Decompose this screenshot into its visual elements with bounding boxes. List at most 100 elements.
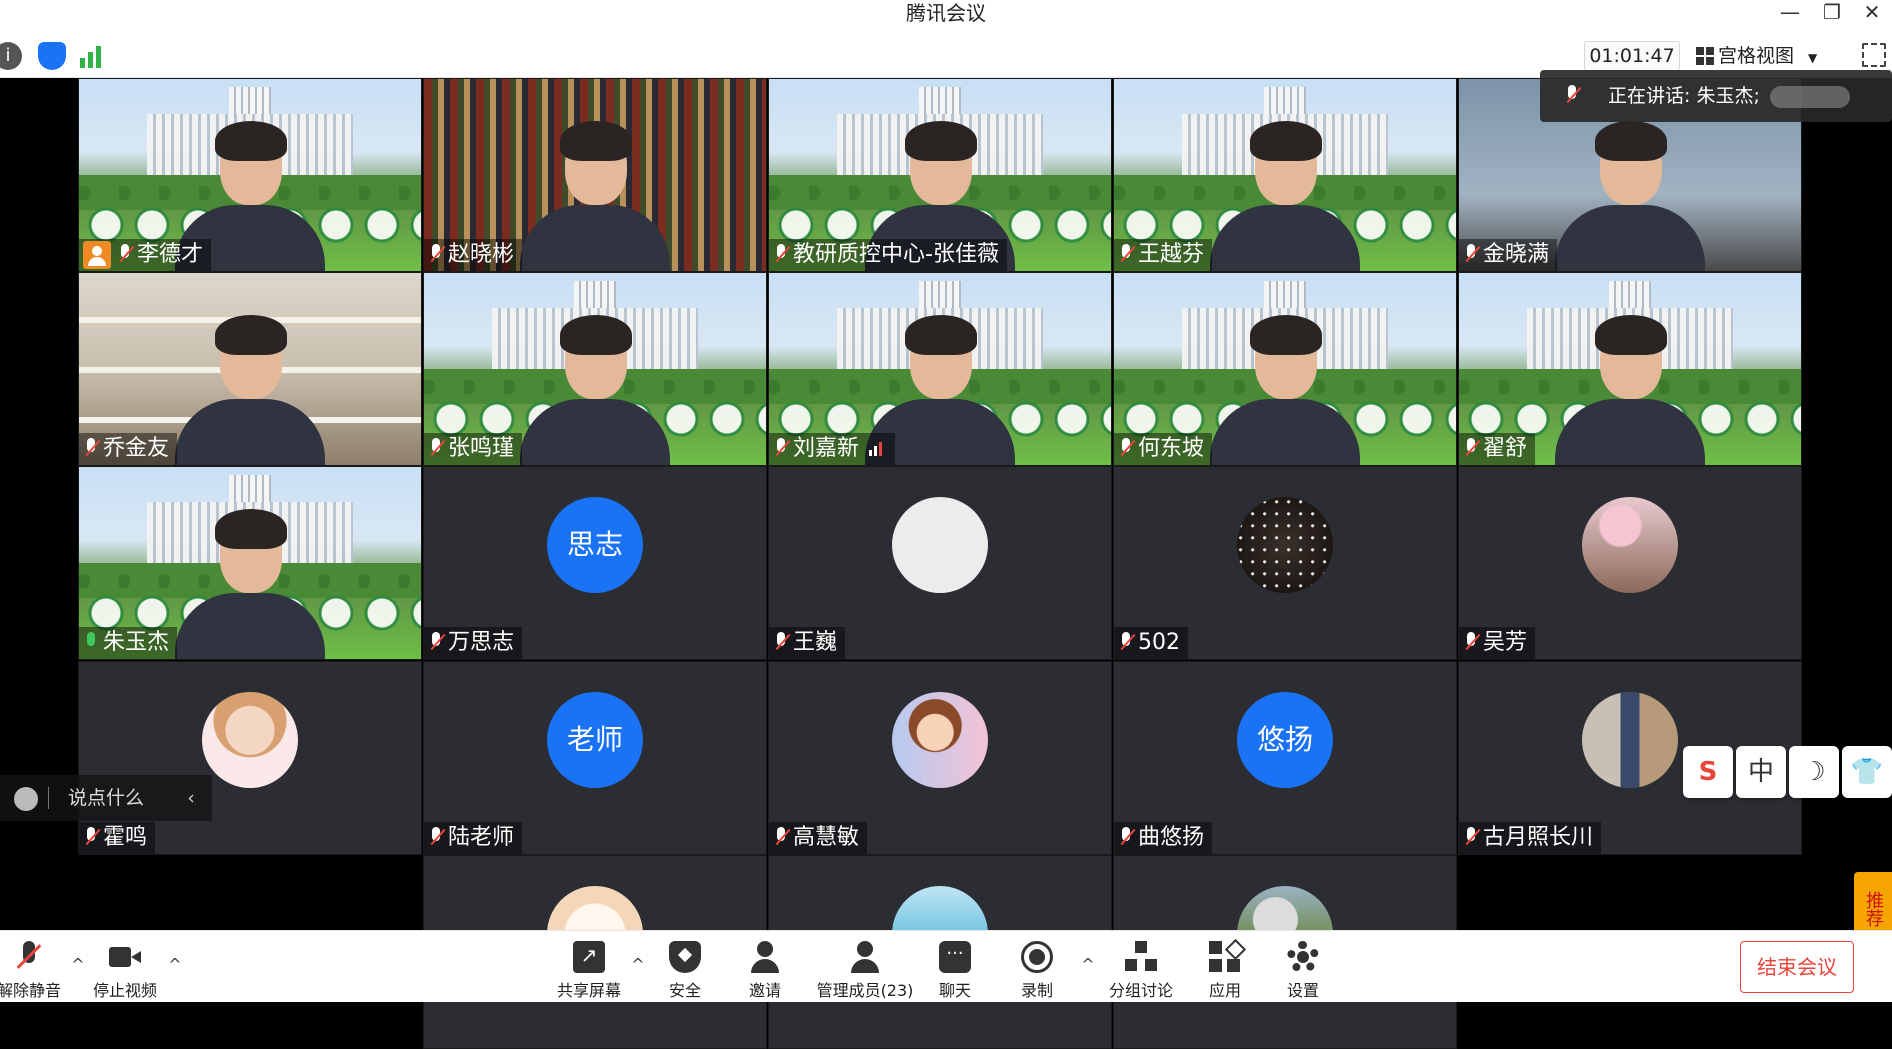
speaking-avatar-blur [1770,86,1850,108]
fullscreen-icon[interactable] [1862,43,1886,67]
video-options-chevron-icon[interactable]: ^ [167,957,183,973]
chat-quick-bar[interactable]: 说点什么 ‹ [0,775,212,821]
participant-tile[interactable]: 502 [1113,466,1457,660]
minimize-icon[interactable]: — [1770,0,1810,26]
participant-nametag: 王越芬 [1114,239,1213,271]
close-icon[interactable]: ✕ [1852,0,1892,26]
speaking-label: 正在讲话: 朱玉杰; [1608,85,1760,107]
info-icon[interactable]: i [0,42,22,70]
share-screen-button[interactable]: 共享屏幕 [544,935,634,1001]
participant-tile[interactable]: 吴芳 [1458,466,1802,660]
participant-avatar: 悠扬 [1237,692,1333,788]
security-button[interactable]: 安全 [640,935,730,1001]
grid-view-icon [1696,47,1714,65]
record-options-chevron-icon[interactable]: ^ [1080,957,1096,973]
participant-nametag: 曲悠扬 [1114,822,1213,854]
breakout-icon [1125,941,1157,973]
participant-tile[interactable]: 王越芬 [1113,78,1457,272]
participant-nametag: 何东坡 [1114,433,1213,465]
participant-tile[interactable]: 乔金友 [78,272,422,466]
settings-button[interactable]: 设置 [1258,935,1348,1001]
end-meeting-button[interactable]: 结束会议 [1740,941,1854,993]
emoji-icon[interactable] [14,787,38,811]
participant-name: 古月照长川 [1483,825,1594,850]
record-button[interactable]: 录制 [992,935,1082,1001]
ime-skin-icon[interactable]: 👕 [1842,746,1892,798]
apps-icon [1209,941,1241,973]
ime-logo-icon[interactable]: S [1683,746,1733,798]
mic-muted-icon [428,631,444,653]
participant-nametag: 翟舒 [1459,433,1536,465]
ime-moon-icon[interactable]: ☽ [1789,746,1839,798]
participant-video-person [1210,121,1360,271]
weak-signal-icon [869,440,888,456]
restore-icon[interactable]: ❐ [1812,0,1852,26]
participant-name: 高慧敏 [793,825,860,850]
participant-tile[interactable]: 霍鸣 [78,661,422,855]
chat-input-placeholder[interactable]: 说点什么 [68,775,144,821]
manage-members-button[interactable]: 管理成员(23) [815,935,915,1001]
participant-tile[interactable]: 教研质控中心-张佳薇 [768,78,1112,272]
invite-button[interactable]: 邀请 [720,935,810,1001]
person-body [1210,205,1360,271]
participant-nametag: 朱玉杰 [79,627,178,659]
participant-tile[interactable]: 朱玉杰 [78,466,422,660]
participant-tile[interactable]: 刘嘉新 [768,272,1112,466]
participant-name: 张鸣瑾 [448,436,515,461]
participant-name: 502 [1138,630,1180,655]
chevron-down-icon: ▼ [1808,51,1818,65]
participant-tile[interactable]: 王巍 [768,466,1112,660]
network-signal-icon[interactable] [78,42,106,70]
participant-avatar [1237,497,1333,593]
unmute-label: 解除静音 [0,981,61,1000]
stop-video-button[interactable]: 停止视频 [80,935,170,1001]
breakout-rooms-button[interactable]: 分组讨论 [1096,935,1186,1001]
participant-name: 李德才 [137,242,204,267]
participant-tile[interactable]: 翟舒 [1458,272,1802,466]
ime-chinese-mode[interactable]: 中 [1736,746,1786,798]
participant-name: 何东坡 [1138,436,1205,461]
view-mode-select[interactable]: 宫格视图 ▼ [1696,41,1836,71]
participant-tile[interactable]: 何东坡 [1113,272,1457,466]
participant-video-person [520,121,670,271]
participant-tile[interactable]: 思志 万思志 [423,466,767,660]
mic-muted-icon [773,437,789,459]
apps-button[interactable]: 应用 [1180,935,1270,1001]
person-hair [1595,315,1667,355]
participant-tile[interactable]: 赵晓彬 [423,78,767,272]
chat-label: 聊天 [938,981,971,1000]
mic-muted-icon [1463,826,1479,848]
mic-muted-icon [1118,826,1134,848]
participant-nametag: 金晓满 [1459,239,1558,271]
host-badge-icon [83,241,111,269]
unmute-button[interactable]: 解除静音 [0,935,74,1001]
participant-name: 赵晓彬 [448,242,515,267]
view-mode-label: 宫格视图 [1718,45,1795,67]
participant-name: 乔金友 [103,436,170,461]
settings-label: 设置 [1286,981,1319,1000]
participant-nametag: 陆老师 [424,822,523,854]
participant-nametag: 502 [1114,627,1188,659]
participant-tile[interactable]: 老师 陆老师 [423,661,767,855]
security-shield-icon[interactable] [38,42,66,70]
participant-nametag: 张鸣瑾 [424,433,523,465]
participant-avatar [202,692,298,788]
participant-tile[interactable]: 悠扬曲悠扬 [1113,661,1457,855]
participant-name: 翟舒 [1483,436,1528,461]
participant-video-person [175,315,325,465]
mic-muted-icon [428,243,444,265]
participant-tile[interactable]: 李德才 [78,78,422,272]
participant-name: 教研质控中心-张佳薇 [793,242,999,267]
invite-label: 邀请 [748,981,781,1000]
collapse-chevron-icon[interactable]: ‹ [176,775,206,821]
participant-avatar [892,692,988,788]
participant-name: 金晓满 [1483,242,1550,267]
participant-tile[interactable]: 张鸣瑾 [423,272,767,466]
chat-button[interactable]: 聊天 [910,935,1000,1001]
participant-avatar: 思志 [547,497,643,593]
mic-muted-icon [83,826,99,848]
participant-tile[interactable]: 高慧敏 [768,661,1112,855]
mic-muted-icon [773,243,789,265]
participant-video-person [175,509,325,659]
participant-video-person [520,315,670,465]
